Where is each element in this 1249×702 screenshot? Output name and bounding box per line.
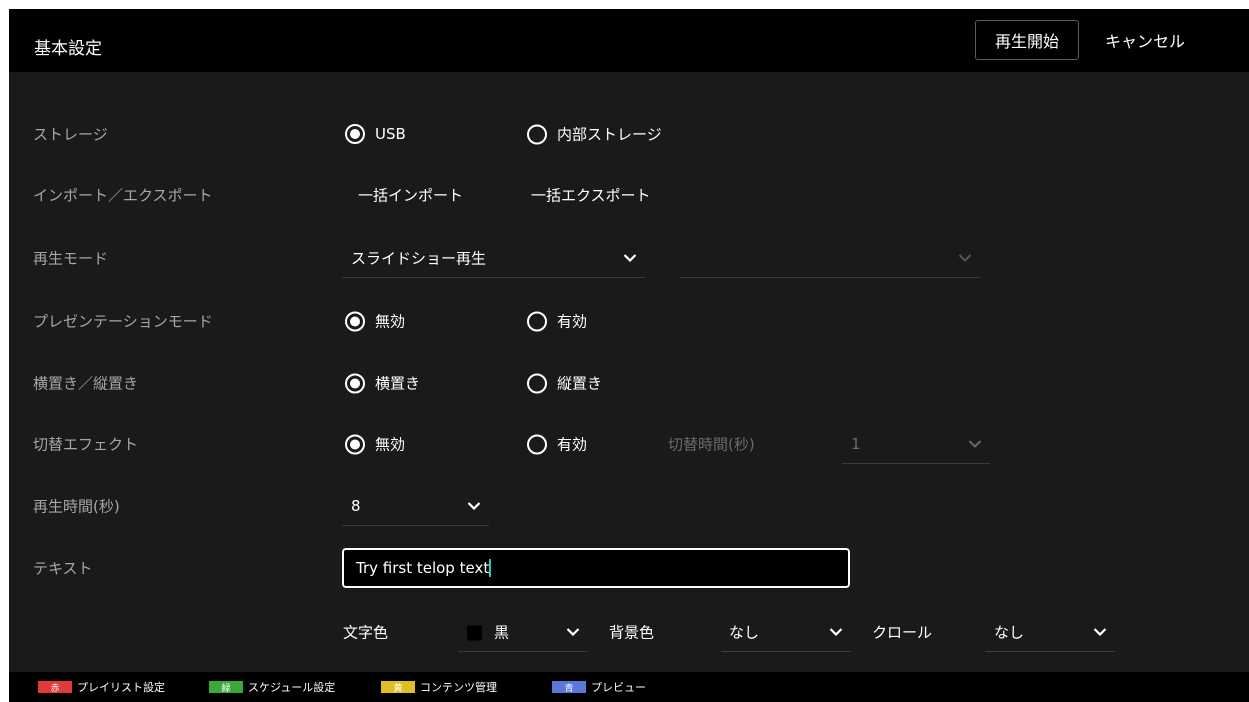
footer-playlist-label: プレイリスト設定 (77, 681, 165, 694)
transition-disabled-radio[interactable]: 無効 (345, 434, 405, 455)
orientation-row: 横置き／縦置き 横置き 縦置き (9, 363, 1249, 403)
scroll-dropdown[interactable]: なし (985, 612, 1115, 652)
bulk-export-button[interactable]: 一括エクスポート (531, 185, 651, 206)
page-title: 基本設定 (34, 39, 102, 59)
radio-selected-icon (345, 124, 365, 144)
footer-item-schedule[interactable]: 緑 スケジュール設定 (209, 679, 335, 695)
storage-internal-label: 内部ストレージ (557, 125, 662, 144)
start-playback-button[interactable]: 再生開始 (975, 20, 1079, 60)
settings-screen: 基本設定 再生開始 キャンセル ストレージ USB 内部ストレージ インポート／… (9, 9, 1249, 702)
play-mode-value: スライドショー再生 (351, 249, 487, 267)
play-time-value: 8 (351, 496, 361, 515)
presentation-enabled-label: 有効 (557, 312, 588, 331)
transition-effect-label: 切替エフェクト (33, 435, 139, 454)
bg-color-value: なし (729, 623, 760, 641)
presentation-disabled-radio[interactable]: 無効 (345, 311, 405, 332)
green-key-badge: 緑 (209, 681, 243, 694)
transition-effect-row: 切替エフェクト 無効 有効 切替時間(秒) 1 (9, 424, 1249, 464)
telop-text-field[interactable]: Try first telop text (342, 548, 850, 588)
storage-row: ストレージ USB 内部ストレージ (9, 114, 1249, 154)
text-color-dropdown[interactable]: 黒 (458, 612, 588, 652)
storage-label: ストレージ (33, 125, 108, 144)
chevron-down-icon (566, 627, 580, 636)
footer-bar: 赤 プレイリスト設定 緑 スケジュール設定 黄 コンテンツ管理 青 プレビュー (9, 672, 1249, 702)
storage-internal-radio[interactable]: 内部ストレージ (527, 124, 662, 145)
text-caret (489, 559, 492, 577)
bulk-import-button[interactable]: 一括インポート (358, 185, 463, 206)
import-export-row: インポート／エクスポート 一括インポート 一括エクスポート (9, 175, 1249, 215)
storage-usb-label: USB (375, 125, 406, 143)
presentation-disabled-label: 無効 (375, 312, 406, 331)
footer-preview-label: プレビュー (591, 681, 646, 694)
telop-text-value: Try first telop text (356, 559, 490, 577)
chevron-down-icon (623, 253, 637, 262)
footer-contents-label: コンテンツ管理 (420, 681, 497, 694)
orientation-landscape-label: 横置き (375, 374, 421, 393)
transition-time-value: 1 (851, 434, 861, 453)
play-mode-row: 再生モード スライドショー再生 (9, 238, 1249, 278)
radio-unselected-icon (527, 124, 547, 144)
radio-unselected-icon (527, 311, 547, 331)
radio-selected-icon (345, 434, 365, 454)
play-mode-label: 再生モード (33, 249, 109, 268)
chevron-down-icon (958, 253, 972, 262)
chevron-down-icon (467, 501, 481, 510)
transition-time-dropdown[interactable]: 1 (842, 424, 990, 464)
presentation-mode-row: プレゼンテーションモード 無効 有効 (9, 301, 1249, 341)
footer-item-preview[interactable]: 青 プレビュー (552, 679, 646, 695)
play-time-row: 再生時間(秒) 8 (9, 486, 1249, 526)
play-mode-dropdown[interactable]: スライドショー再生 (342, 238, 645, 278)
text-color-label: 文字色 (343, 623, 389, 642)
red-key-badge: 赤 (38, 681, 72, 694)
header-bar: 基本設定 再生開始 キャンセル (9, 9, 1249, 72)
play-mode-secondary-dropdown[interactable] (680, 238, 980, 278)
blue-key-badge: 青 (552, 681, 586, 694)
radio-selected-icon (345, 311, 365, 331)
scroll-value: なし (994, 623, 1025, 641)
orientation-label: 横置き／縦置き (33, 374, 139, 393)
storage-usb-radio[interactable]: USB (345, 124, 406, 144)
presentation-enabled-radio[interactable]: 有効 (527, 311, 587, 332)
text-label: テキスト (33, 559, 93, 578)
transition-enabled-label: 有効 (557, 435, 588, 454)
black-swatch-icon (467, 625, 482, 640)
text-options-row: 文字色 黒 背景色 なし クロール なし (9, 612, 1249, 652)
bg-color-label: 背景色 (609, 623, 655, 642)
chevron-down-icon (968, 439, 982, 448)
chevron-down-icon (1093, 627, 1107, 636)
bg-color-dropdown[interactable]: なし (721, 612, 851, 652)
orientation-portrait-radio[interactable]: 縦置き (527, 373, 602, 394)
scroll-label: クロール (872, 623, 933, 642)
orientation-landscape-radio[interactable]: 横置き (345, 373, 420, 394)
transition-enabled-radio[interactable]: 有効 (527, 434, 587, 455)
orientation-portrait-label: 縦置き (557, 374, 603, 393)
radio-unselected-icon (527, 434, 547, 454)
footer-item-contents[interactable]: 黄 コンテンツ管理 (381, 679, 497, 695)
transition-disabled-label: 無効 (375, 435, 406, 454)
presentation-mode-label: プレゼンテーションモード (33, 312, 213, 331)
cancel-button[interactable]: キャンセル (1097, 20, 1193, 60)
text-color-value: 黒 (494, 623, 510, 641)
yellow-key-badge: 黄 (381, 681, 415, 694)
radio-selected-icon (345, 373, 365, 393)
chevron-down-icon (829, 627, 843, 636)
play-time-dropdown[interactable]: 8 (342, 486, 489, 526)
import-export-label: インポート／エクスポート (33, 186, 213, 205)
footer-item-playlist[interactable]: 赤 プレイリスト設定 (38, 679, 165, 695)
play-time-label: 再生時間(秒) (33, 497, 120, 516)
transition-time-label: 切替時間(秒) (668, 435, 755, 454)
footer-schedule-label: スケジュール設定 (248, 681, 336, 694)
radio-unselected-icon (527, 373, 547, 393)
